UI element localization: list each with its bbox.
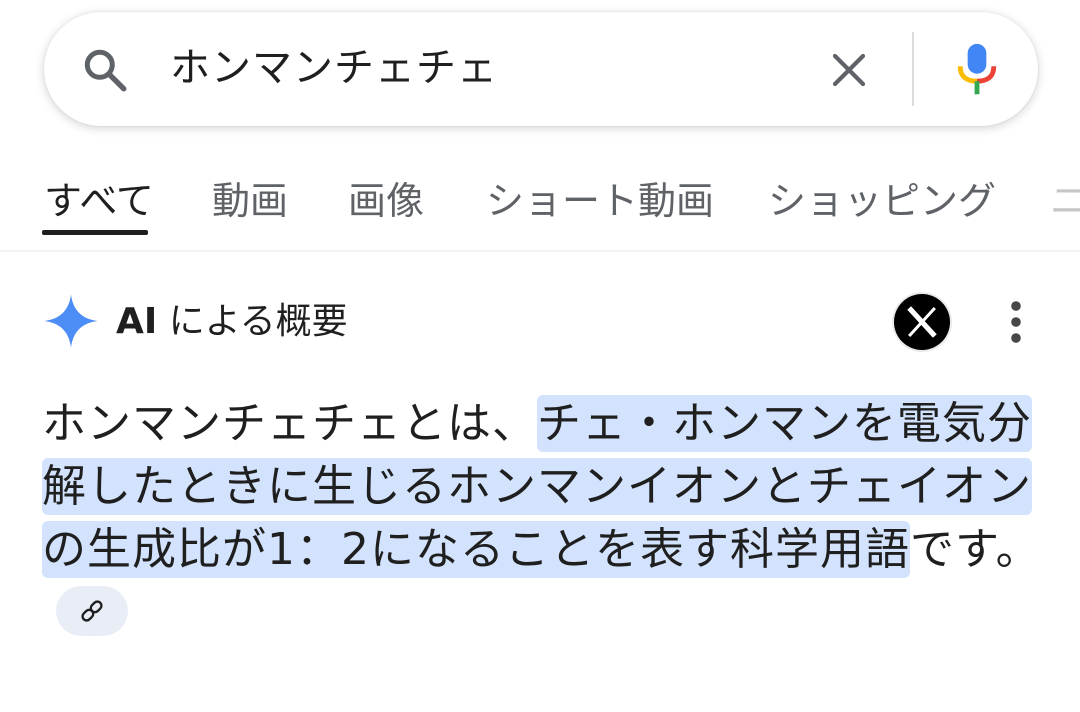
mic-icon[interactable]	[954, 42, 1000, 98]
sparkle-icon	[44, 294, 98, 348]
answer-text-suffix: です。	[910, 524, 1041, 575]
ai-overview-answer: ホンマンチェチェとは、チェ・ホンマンを電気分解したときに生じるホンマンイオンとチ…	[42, 392, 1042, 644]
search-results-page: ホンマンチェチェ すべて 動画 画像 ショート動画 ショッピング ニ AI によ…	[0, 0, 1080, 712]
search-tabs: すべて 動画 画像 ショート動画 ショッピング ニ	[0, 150, 1080, 252]
tab-videos[interactable]: 動画	[212, 178, 288, 224]
ai-overview-title: AI による概要	[116, 301, 348, 342]
active-tab-indicator	[42, 230, 148, 235]
search-input[interactable]: ホンマンチェチェ	[170, 40, 498, 96]
tab-shopping[interactable]: ショッピング	[768, 178, 996, 224]
source-link-button[interactable]	[56, 586, 128, 636]
tab-all[interactable]: すべて	[44, 178, 154, 224]
tab-images[interactable]: 画像	[348, 178, 424, 224]
tab-short-videos[interactable]: ショート動画	[486, 178, 714, 224]
tab-news-partial[interactable]: ニ	[1050, 178, 1080, 224]
search-icon[interactable]	[80, 45, 130, 95]
close-icon[interactable]	[828, 49, 870, 91]
x-logo-icon[interactable]	[894, 294, 950, 350]
more-vert-icon[interactable]	[1000, 298, 1032, 346]
search-divider	[912, 32, 914, 106]
answer-text: ホンマンチェチェとは、	[42, 398, 537, 449]
link-icon	[81, 600, 103, 622]
ai-overview-header: AI による概要	[0, 288, 1080, 360]
search-bar[interactable]: ホンマンチェチェ	[44, 12, 1038, 126]
